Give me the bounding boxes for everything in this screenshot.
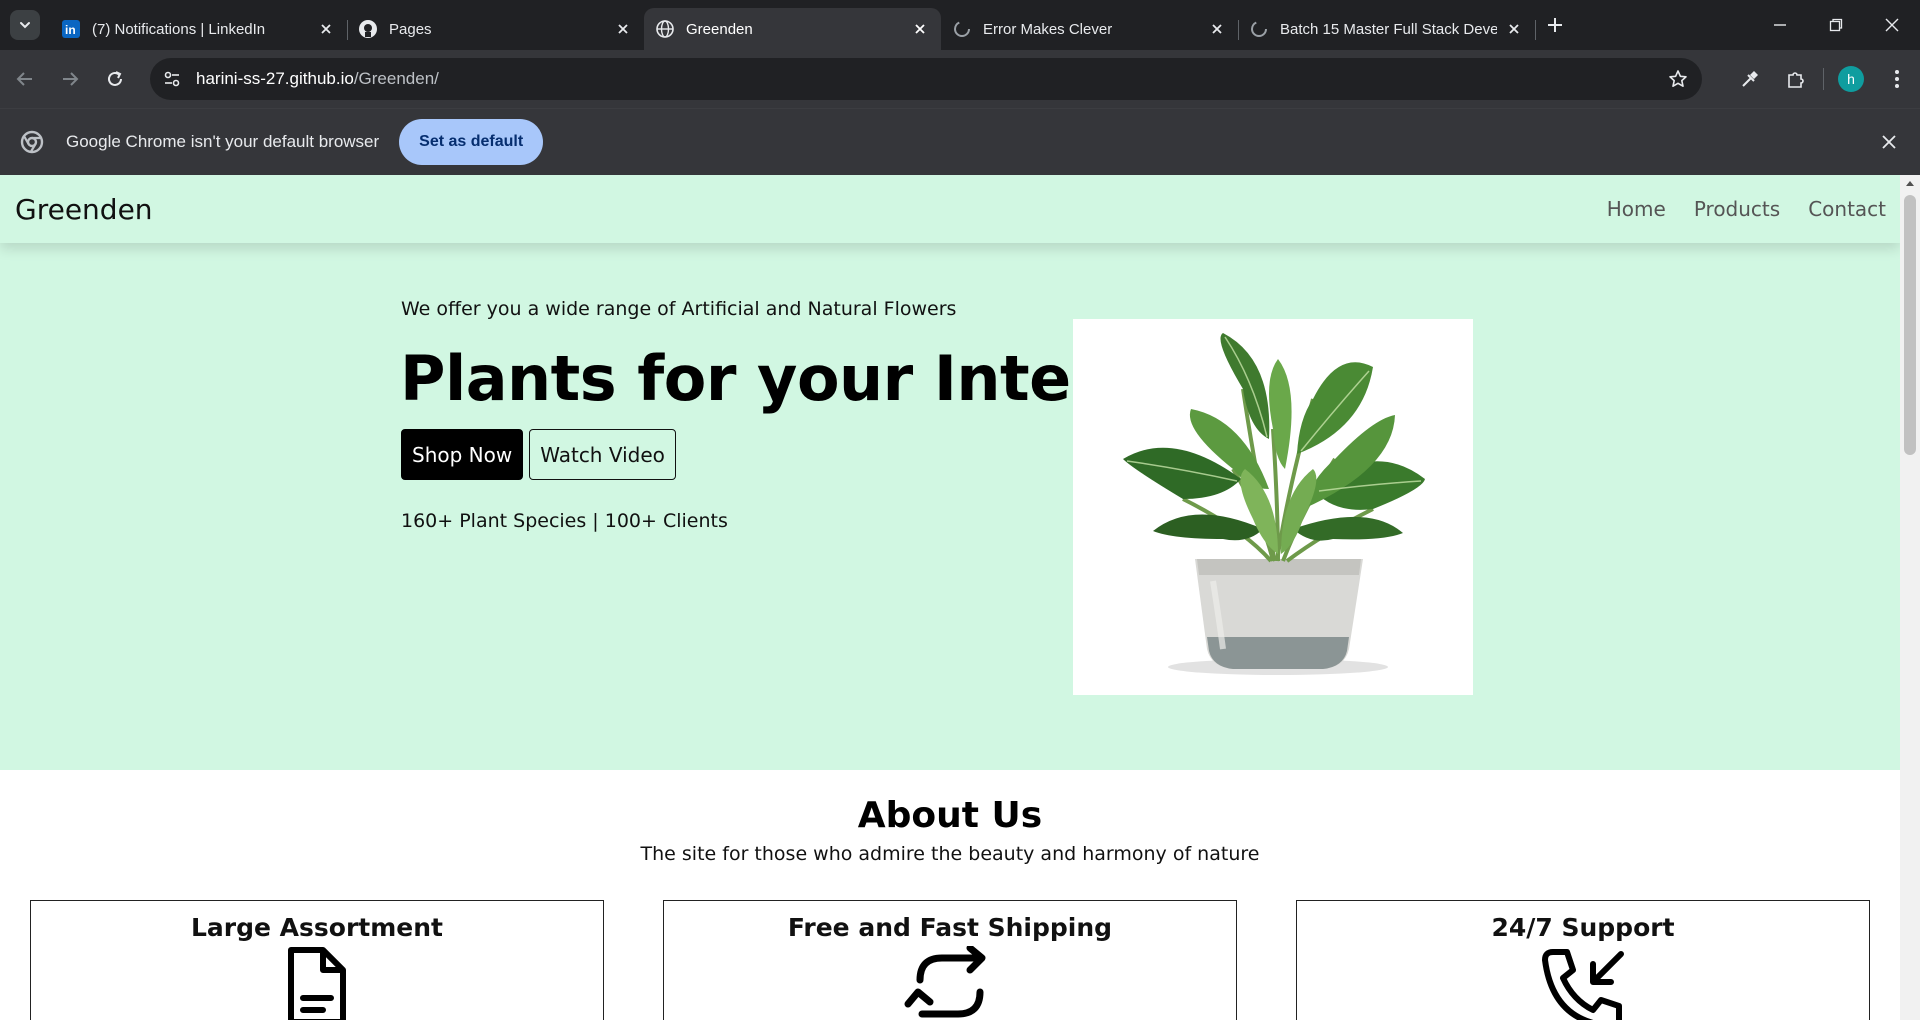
set-as-default-button[interactable]: Set as default bbox=[399, 119, 544, 165]
hero-section: We offer you a wide range of Artificial … bbox=[0, 175, 1900, 770]
url-path: /Greenden/ bbox=[353, 69, 439, 88]
tab-greenden[interactable]: Greenden bbox=[644, 8, 941, 50]
page-scrollbar[interactable] bbox=[1900, 175, 1920, 1020]
tab-batch-15[interactable]: Batch 15 Master Full Stack Deve bbox=[1238, 8, 1536, 50]
github-icon bbox=[359, 20, 377, 38]
address-bar[interactable]: harini-ss-27.github.io/Greenden/ bbox=[150, 58, 1702, 100]
scrollbar-thumb[interactable] bbox=[1904, 195, 1916, 455]
profile-button[interactable]: h bbox=[1828, 59, 1874, 99]
toolbar-divider bbox=[1823, 68, 1824, 90]
close-window-button[interactable] bbox=[1864, 0, 1920, 50]
tab-title: (7) Notifications | LinkedIn bbox=[92, 20, 266, 38]
tab-title: Pages bbox=[389, 20, 432, 38]
new-tab-button[interactable] bbox=[1537, 7, 1573, 43]
emc-icon bbox=[953, 20, 971, 38]
bookmark-star-icon[interactable] bbox=[1660, 61, 1696, 97]
nav-link-contact[interactable]: Contact bbox=[1808, 197, 1886, 221]
url-host: harini-ss-27.github.io bbox=[196, 69, 354, 88]
close-tab-icon[interactable] bbox=[1505, 20, 1523, 38]
forward-button[interactable] bbox=[50, 59, 90, 99]
feature-card-assortment: Large Assortment bbox=[30, 900, 604, 1020]
site-brand[interactable]: Greenden bbox=[15, 193, 153, 226]
globe-icon bbox=[656, 20, 674, 38]
feature-card-title: Large Assortment bbox=[190, 913, 443, 942]
eyedropper-extension-icon[interactable] bbox=[1727, 59, 1773, 99]
url-text[interactable]: harini-ss-27.github.io/Greenden/ bbox=[196, 69, 1660, 89]
tab-search-button[interactable] bbox=[10, 10, 40, 40]
browser-tab-strip: in (7) Notifications | LinkedIn Pages Gr… bbox=[0, 0, 1920, 50]
shop-now-button[interactable]: Shop Now bbox=[401, 429, 524, 480]
close-tab-icon[interactable] bbox=[317, 20, 335, 38]
close-infobar-icon[interactable] bbox=[1876, 129, 1902, 155]
scroll-up-arrow-icon[interactable] bbox=[1906, 181, 1914, 186]
infobar-message: Google Chrome isn't your default browser bbox=[66, 132, 380, 151]
tab-error-makes-clever[interactable]: Error Makes Clever bbox=[941, 8, 1239, 50]
hero-stats: 160+ Plant Species | 100+ Clients bbox=[401, 510, 728, 532]
svg-text:in: in bbox=[65, 23, 76, 37]
site-nav-links: Home Products Contact bbox=[1579, 175, 1886, 243]
kebab-menu-icon bbox=[1895, 70, 1899, 88]
refresh-arrows-icon bbox=[664, 946, 1236, 1020]
close-tab-icon[interactable] bbox=[911, 20, 929, 38]
extensions-puzzle-icon[interactable] bbox=[1773, 59, 1819, 99]
tab-title: Error Makes Clever bbox=[983, 20, 1113, 38]
default-browser-infobar: Google Chrome isn't your default browser… bbox=[0, 108, 1920, 175]
about-title: About Us bbox=[857, 795, 1043, 836]
browser-toolbar: harini-ss-27.github.io/Greenden/ h bbox=[0, 50, 1920, 108]
tab-title: Batch 15 Master Full Stack Deve bbox=[1280, 20, 1497, 38]
minimize-button[interactable] bbox=[1752, 0, 1808, 50]
linkedin-icon: in bbox=[62, 20, 80, 38]
feature-card-title: Free and Fast Shipping bbox=[787, 913, 1113, 942]
back-button[interactable] bbox=[5, 59, 45, 99]
tab-title: Greenden bbox=[686, 20, 753, 38]
minimize-icon bbox=[1774, 24, 1786, 26]
nav-link-products[interactable]: Products bbox=[1694, 197, 1780, 221]
chrome-menu-button[interactable] bbox=[1874, 59, 1920, 99]
document-icon bbox=[31, 946, 603, 1020]
restore-button[interactable] bbox=[1808, 0, 1864, 50]
arrow-right-icon bbox=[63, 72, 79, 86]
chrome-logo-icon bbox=[18, 128, 46, 156]
site-info-icon[interactable] bbox=[154, 61, 190, 97]
feature-card-support: 24/7 Support bbox=[1296, 900, 1870, 1020]
phone-incoming-icon bbox=[1297, 946, 1869, 1020]
plus-icon bbox=[1548, 18, 1562, 32]
feature-card-title: 24/7 Support bbox=[1491, 913, 1675, 942]
close-tab-icon[interactable] bbox=[614, 20, 632, 38]
plant-image bbox=[1073, 319, 1473, 695]
close-tab-icon[interactable] bbox=[1208, 20, 1226, 38]
feature-card-shipping: Free and Fast Shipping bbox=[663, 900, 1237, 1020]
watch-video-button[interactable]: Watch Video bbox=[529, 429, 676, 480]
nav-link-home[interactable]: Home bbox=[1607, 197, 1666, 221]
tab-pages[interactable]: Pages bbox=[347, 8, 644, 50]
restore-icon bbox=[1829, 18, 1843, 32]
chevron-down-icon bbox=[20, 22, 30, 29]
reload-icon bbox=[108, 71, 122, 86]
hero-buttons: Shop Now Watch Video bbox=[401, 429, 676, 480]
hero-subtitle: We offer you a wide range of Artificial … bbox=[401, 298, 957, 320]
close-icon bbox=[1885, 18, 1899, 32]
page-viewport: We offer you a wide range of Artificial … bbox=[0, 175, 1900, 1020]
avatar: h bbox=[1838, 66, 1864, 92]
site-navbar: Greenden Home Products Contact bbox=[0, 175, 1900, 243]
emc-icon bbox=[1250, 20, 1268, 38]
reload-button[interactable] bbox=[95, 59, 135, 99]
arrow-left-icon bbox=[16, 72, 32, 86]
tab-linkedin[interactable]: in (7) Notifications | LinkedIn bbox=[50, 8, 348, 50]
about-subtitle: The site for those who admire the beauty… bbox=[640, 843, 1260, 865]
